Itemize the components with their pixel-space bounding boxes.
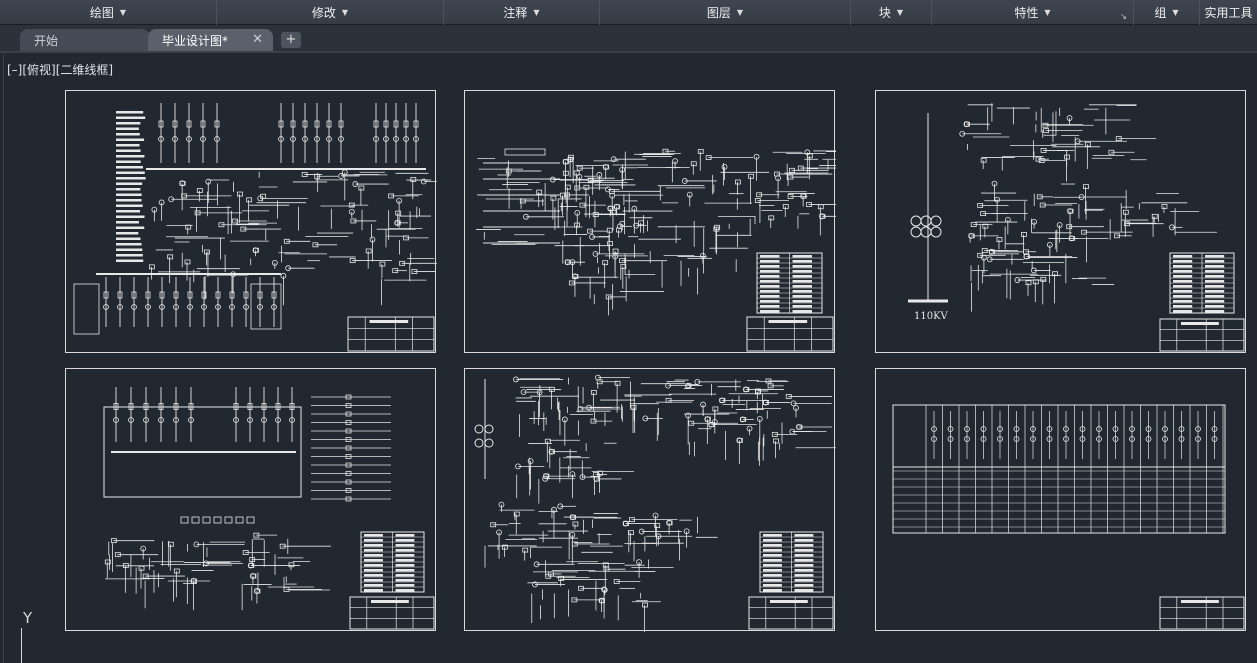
close-icon[interactable]: ✕ — [252, 32, 263, 47]
drawing-sheet-6[interactable] — [875, 368, 1246, 631]
panel-label: 特性 — [1014, 6, 1039, 20]
chevron-down-icon: ▼ — [341, 8, 349, 17]
drawing-sheet-3[interactable]: 110KV — [875, 90, 1246, 353]
ucs-icon — [21, 628, 22, 663]
ribbon-panel-bar: 绘图 ▼ 修改 ▼ 注释 ▼ 图层 ▼ 块 ▼ 特性 ▼ ↘ 组 ▼ 实用工具 — [0, 0, 1257, 25]
schematic-drawing — [475, 148, 836, 352]
panel-label: 块 — [878, 6, 891, 20]
ribbon-panel-draw[interactable]: 绘图 ▼ — [0, 0, 217, 25]
schematic-drawing — [892, 404, 1245, 630]
tab-start[interactable]: 开始 — [20, 29, 150, 51]
file-tab-bar: 开始 毕业设计图* ✕ — [0, 25, 1257, 53]
panel-label: 组 — [1154, 6, 1167, 20]
panel-label: 注释 — [503, 6, 528, 20]
schematic-drawing: 110KV — [908, 103, 1245, 352]
ribbon-panel-block[interactable]: 块 ▼ — [851, 0, 932, 25]
chevron-down-icon: ▼ — [119, 8, 127, 17]
panel-label: 修改 — [311, 6, 336, 20]
viewport-edge — [3, 53, 4, 663]
panel-label: 实用工具 — [1204, 6, 1253, 20]
ribbon-panel-layers[interactable]: 图层 ▼ — [600, 0, 851, 25]
chevron-down-icon: ▼ — [896, 8, 904, 17]
drawing-sheet-2[interactable] — [464, 90, 836, 353]
ribbon-panel-modify[interactable]: 修改 ▼ — [217, 0, 444, 25]
tab-drawing[interactable]: 毕业设计图* ✕ — [148, 29, 273, 51]
schematic-drawing — [474, 374, 836, 632]
chevron-down-icon: ▼ — [1044, 8, 1051, 17]
drawing-sheet-4[interactable] — [65, 368, 436, 631]
schematic-drawing — [103, 387, 435, 630]
ribbon-panel-groups[interactable]: 组 ▼ — [1134, 0, 1200, 25]
chevron-down-icon: ▼ — [1172, 8, 1179, 17]
schematic-drawing — [73, 103, 437, 352]
drawing-sheet-1[interactable] — [65, 90, 437, 353]
chevron-down-icon: ▼ — [533, 8, 540, 17]
viewport-controls-label[interactable]: [–][俯视][二维线框] — [7, 61, 113, 78]
ucs-y-axis-label: Y — [23, 609, 33, 627]
ribbon-panel-annotate[interactable]: 注释 ▼ — [444, 0, 600, 25]
voltage-label: 110KV — [914, 311, 949, 322]
dialog-launcher-icon[interactable]: ↘ — [1120, 12, 1127, 21]
drawing-sheet-5[interactable] — [464, 368, 836, 632]
panel-label: 图层 — [706, 6, 731, 20]
panel-label: 绘图 — [89, 6, 114, 20]
ribbon-panel-properties[interactable]: 特性 ▼ ↘ — [932, 0, 1134, 25]
new-tab-button[interactable]: + — [281, 32, 301, 48]
chevron-down-icon: ▼ — [736, 8, 744, 17]
tab-label: 毕业设计图* — [162, 33, 229, 48]
ribbon-panel-utilities[interactable]: 实用工具 — [1200, 0, 1257, 25]
tab-label: 开始 — [34, 33, 59, 48]
